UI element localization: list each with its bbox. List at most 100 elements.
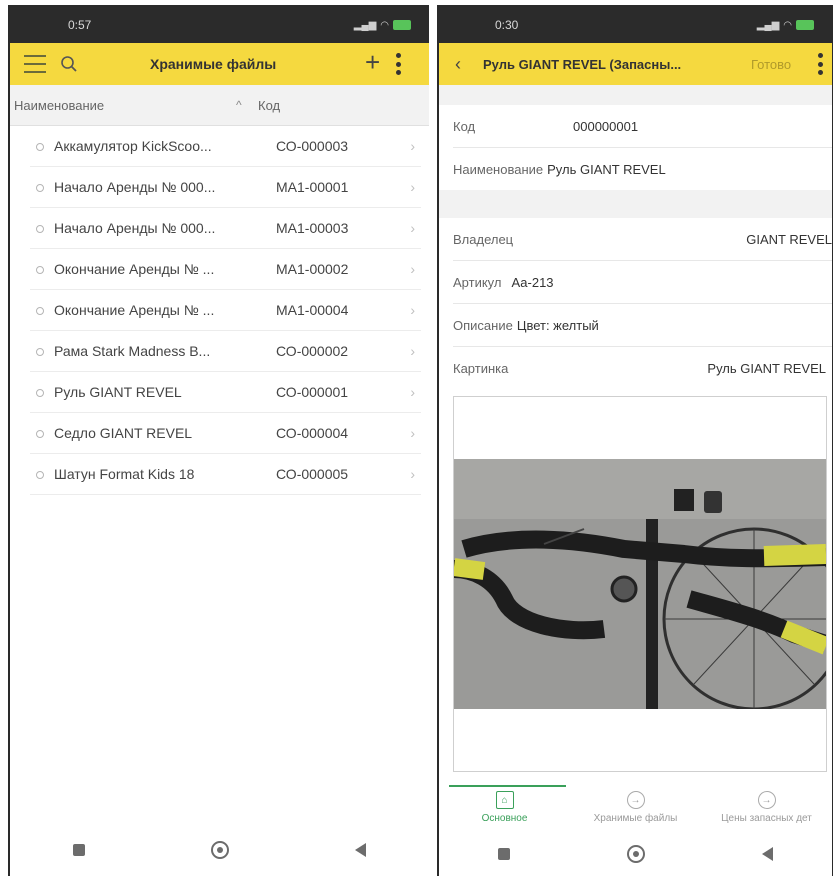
item-code: СО-000001 — [276, 384, 349, 400]
item-name: Начало Аренды № 000... — [54, 220, 216, 236]
field-label: Наименование — [453, 161, 544, 177]
field-value[interactable]: Цвет: желтый — [517, 318, 599, 333]
field-label: Картинка — [453, 360, 509, 376]
field-value[interactable]: Руль GIANT REVEL — [707, 361, 826, 376]
bullet-icon — [36, 430, 44, 438]
field-value[interactable]: 000000001 — [573, 119, 638, 134]
field-article: Артикул Аа-213 — [453, 261, 832, 304]
tab-stored-files[interactable]: → Хранимые файлы — [570, 785, 701, 831]
wifi-icon: ◠ — [380, 19, 389, 31]
item-name: Окончание Аренды № ... — [54, 302, 215, 318]
chevron-right-icon: › — [410, 466, 415, 482]
app-bar: ‹ Руль GIANT REVEL (Запасны... Готово — [439, 43, 832, 85]
tab-label: Основное — [481, 813, 528, 824]
list-item[interactable]: Рама Stark Madness B... СО-000002 › — [30, 331, 421, 372]
back-icon[interactable] — [762, 847, 774, 861]
status-icons: ▂▄▆ ◠ — [757, 20, 814, 31]
chevron-right-icon: › — [410, 343, 415, 359]
bullet-icon — [36, 184, 44, 192]
tab-main[interactable]: ⌂ Основное — [439, 785, 570, 831]
bullet-icon — [36, 266, 44, 274]
back-icon[interactable] — [355, 843, 366, 857]
add-icon[interactable]: + — [365, 47, 380, 78]
field-code: Код 000000001 — [453, 105, 832, 148]
column-header-name[interactable]: Наименование — [14, 98, 104, 113]
status-bar: 0:57 ▂▄▆ ◠ — [10, 7, 429, 43]
menu-icon[interactable] — [22, 55, 48, 73]
recent-apps-icon[interactable] — [73, 844, 85, 856]
chevron-right-icon: › — [410, 138, 415, 154]
picture-preview[interactable] — [453, 396, 827, 772]
more-options-icon[interactable] — [816, 53, 824, 75]
search-icon[interactable] — [58, 53, 80, 75]
item-name: Аккамулятор KickScoo... — [54, 138, 212, 154]
more-options-icon[interactable] — [394, 53, 402, 75]
list-item[interactable]: Седло GIANT REVEL СО-000004 › — [30, 413, 421, 454]
bullet-icon — [36, 348, 44, 356]
system-nav-bar — [439, 832, 832, 876]
section-separator — [439, 190, 832, 218]
chevron-right-icon: › — [410, 302, 415, 318]
arrow-right-circle-icon: → — [626, 791, 645, 809]
item-code: МА1-00003 — [276, 220, 349, 236]
left-phone-screen: 0:57 ▂▄▆ ◠ Хранимые файлы + Наименование… — [8, 5, 429, 876]
recent-apps-icon[interactable] — [497, 848, 510, 860]
list-item[interactable]: Окончание Аренды № ... МА1-00004 › — [30, 290, 421, 331]
list-item[interactable]: Аккамулятор KickScoo... СО-000003 › — [30, 126, 421, 167]
field-picture: Картинка Руль GIANT REVEL — [453, 347, 832, 389]
field-label: Код — [453, 118, 476, 134]
list-item[interactable]: Начало Аренды № 000... МА1-00003 › — [30, 208, 421, 249]
bicycle-handlebar-photo — [454, 459, 826, 709]
field-label: Описание — [453, 317, 513, 333]
home-icon: ⌂ — [495, 791, 514, 809]
tab-label: Хранимые файлы — [593, 813, 678, 824]
chevron-right-icon: › — [410, 384, 415, 400]
bullet-icon — [36, 307, 44, 315]
signal-icon: ▂▄▆ — [756, 19, 780, 31]
list-item[interactable]: Руль GIANT REVEL СО-000001 › — [30, 372, 421, 413]
list-item[interactable]: Шатун Format Kids 18 СО-000005 › — [30, 454, 421, 495]
item-code: СО-000005 — [276, 466, 349, 482]
column-header-code[interactable]: Код — [258, 98, 280, 113]
sort-ascending-icon[interactable]: ^ — [236, 98, 242, 112]
field-label: Владелец — [453, 231, 514, 247]
list-item[interactable]: Окончание Аренды № ... МА1-00002 › — [30, 249, 421, 290]
status-bar: 0:30 ▂▄▆ ◠ — [439, 7, 832, 43]
field-description: Описание Цвет: желтый — [453, 304, 832, 347]
item-name: Рама Stark Madness B... — [54, 343, 211, 359]
back-arrow-icon[interactable]: ‹ — [455, 54, 461, 75]
home-icon[interactable] — [211, 841, 229, 859]
chevron-right-icon: › — [410, 220, 415, 236]
field-value[interactable]: GIANT REVEL — [746, 232, 832, 247]
field-name: Наименование Руль GIANT REVEL — [453, 148, 832, 190]
field-label: Артикул — [453, 274, 502, 290]
item-code: СО-000003 — [276, 138, 349, 154]
item-code: СО-000004 — [276, 425, 349, 441]
status-icons: ▂▄▆ ◠ — [354, 20, 411, 31]
field-value[interactable]: Аа-213 — [511, 275, 553, 290]
wifi-icon: ◠ — [783, 19, 792, 31]
home-button-icon[interactable] — [626, 845, 645, 863]
item-name: Руль GIANT REVEL — [54, 384, 182, 400]
chevron-right-icon: › — [410, 261, 415, 277]
item-name: Седло GIANT REVEL — [54, 425, 193, 441]
field-value[interactable]: Руль GIANT REVEL — [547, 162, 666, 177]
bullet-icon — [36, 225, 44, 233]
page-title: Хранимые файлы — [150, 56, 277, 72]
chevron-right-icon: › — [410, 425, 415, 441]
tab-spare-part-prices[interactable]: → Цены запасных дет — [701, 785, 832, 831]
list-item[interactable]: Начало Аренды № 000... МА1-00001 › — [30, 167, 421, 208]
bullet-icon — [36, 389, 44, 397]
item-name: Шатун Format Kids 18 — [54, 466, 195, 482]
done-button[interactable]: Готово — [751, 57, 791, 72]
signal-icon: ▂▄▆ — [353, 19, 377, 31]
bullet-icon — [36, 143, 44, 151]
arrow-right-circle-icon: → — [757, 791, 776, 809]
bullet-icon — [36, 471, 44, 479]
right-phone-screen: 0:30 ▂▄▆ ◠ ‹ Руль GIANT REVEL (Запасны..… — [437, 5, 833, 876]
section-separator — [439, 85, 832, 105]
system-nav-bar — [10, 824, 429, 876]
battery-icon — [796, 20, 814, 30]
status-time: 0:57 — [68, 18, 92, 32]
list-header: Наименование ^ Код — [10, 85, 429, 126]
